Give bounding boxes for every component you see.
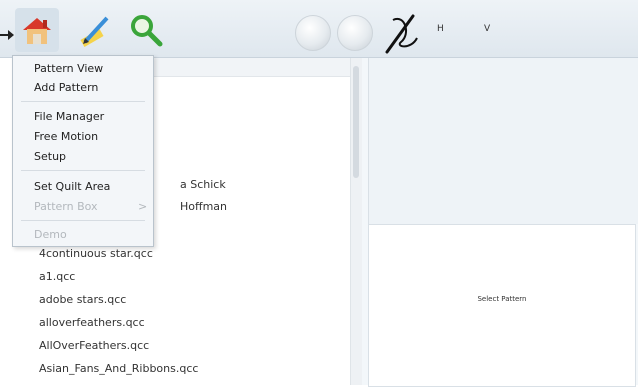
scrollbar-thumb[interactable]	[353, 66, 359, 178]
home-icon	[23, 18, 51, 44]
list-item[interactable]: Asian_Fans_And_Ribbons.qcc	[39, 362, 198, 375]
circle-button-2[interactable]	[337, 15, 373, 51]
menu-separator	[21, 170, 145, 171]
menu-item-setup[interactable]: Setup	[34, 150, 66, 163]
pointer-arrow-icon	[0, 30, 14, 40]
list-item-partial[interactable]: a Schick	[180, 178, 226, 191]
pencil-ruler-icon	[80, 16, 109, 47]
list-item[interactable]: adobe stars.qcc	[39, 293, 126, 306]
menu-item-set-quilt-area[interactable]: Set Quilt Area	[34, 180, 110, 193]
menu-item-add-pattern[interactable]: Add Pattern	[34, 81, 98, 94]
menu-separator	[21, 220, 145, 221]
menu-separator	[21, 101, 145, 102]
select-pattern-label: Select Pattern	[477, 295, 527, 303]
h-label[interactable]: H	[437, 24, 444, 34]
list-item[interactable]: a1.qcc	[39, 270, 75, 283]
needle-thread-icon[interactable]	[383, 12, 423, 56]
preview-header-area	[368, 58, 638, 224]
magnifier-icon	[131, 15, 163, 47]
pattern-preview-box[interactable]: Select Pattern	[368, 224, 636, 387]
menu-item-pattern-view[interactable]: Pattern View	[34, 62, 103, 75]
main-menu: Pattern View Add Pattern File Manager Fr…	[12, 55, 154, 247]
list-item-partial[interactable]: Hoffman	[180, 200, 227, 213]
home-button[interactable]	[15, 8, 59, 52]
menu-item-free-motion[interactable]: Free Motion	[34, 130, 98, 143]
list-item[interactable]: alloverfeathers.qcc	[39, 316, 145, 329]
design-tools-button[interactable]	[73, 8, 117, 52]
list-item[interactable]: AllOverFeathers.qcc	[39, 339, 149, 352]
menu-item-pattern-box: Pattern Box	[34, 200, 98, 213]
v-label[interactable]: V	[484, 24, 490, 34]
menu-item-demo: Demo	[34, 228, 67, 241]
pattern-preview-pane: Select Pattern	[362, 58, 638, 387]
top-toolbar: H V	[0, 0, 638, 58]
menu-item-file-manager[interactable]: File Manager	[34, 110, 104, 123]
circle-button-1[interactable]	[295, 15, 331, 51]
list-item[interactable]: 4continuous star.qcc	[39, 247, 153, 260]
chevron-right-icon: >	[138, 200, 148, 213]
search-button[interactable]	[124, 8, 168, 52]
